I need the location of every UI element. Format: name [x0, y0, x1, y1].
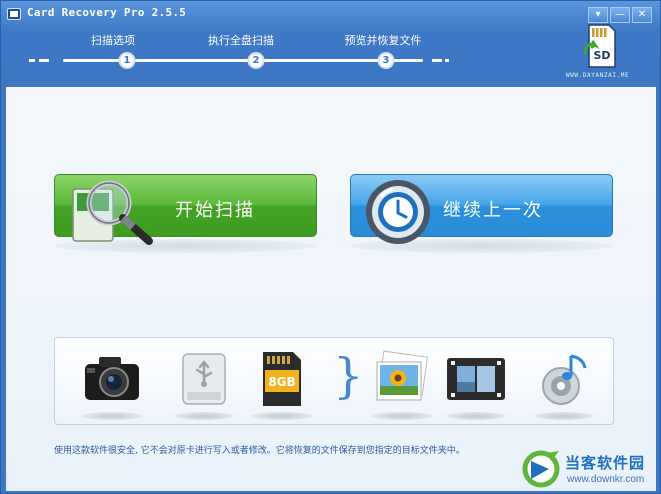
scan-magnifier-icon: [72, 180, 153, 245]
camera-icon: [85, 357, 139, 400]
menu-button[interactable]: ▾: [588, 7, 608, 23]
brace-separator: }: [333, 348, 364, 404]
step-1-marker: 1: [118, 52, 136, 69]
step-dash: [432, 59, 442, 62]
icon-shadow: [174, 412, 234, 420]
start-scan-label: 开始扫描: [175, 200, 255, 221]
step-dash: [445, 59, 449, 62]
supported-media-strip: 8GB }: [54, 337, 614, 425]
watermark-name: 当客软件园: [565, 454, 646, 472]
step-dash: [39, 59, 49, 62]
minimize-button[interactable]: —: [610, 7, 630, 23]
icon-shadow: [252, 412, 312, 420]
usb-drive-icon: [182, 353, 226, 405]
step-3-marker: 3: [377, 52, 395, 69]
restore-clock-icon: [366, 180, 430, 244]
sd-card-icon: 8GB: [263, 352, 301, 406]
icon-shadow: [446, 412, 506, 420]
video-icon: [447, 358, 505, 400]
brand-site: WWW.DAYANZAI.ME: [566, 72, 630, 79]
step-progress-line: [63, 59, 423, 62]
audio-icon: [542, 354, 587, 405]
sd-card-capacity: 8GB: [268, 375, 295, 389]
wizard-steps: 扫描选项 1 执行全盘扫描 2 预览并恢复文件 3: [29, 29, 449, 69]
icon-shadow: [534, 412, 594, 420]
step-2-marker: 2: [247, 52, 265, 69]
step-3-label: 预览并恢复文件: [344, 34, 422, 47]
photo-icon: [376, 350, 428, 401]
sd-badge: SD: [593, 49, 610, 62]
step-2-label: 执行全盘扫描: [208, 34, 274, 47]
safety-note: 使用这款软件很安全, 它不会对原卡进行写入或者修改。它将恢复的文件保存到您指定的…: [54, 446, 465, 456]
title-bar[interactable]: Card Recovery Pro 2.5.5 ▾ — ✕: [1, 1, 660, 27]
watermark-url: www.downkr.com: [567, 474, 645, 485]
icon-shadow: [82, 412, 142, 420]
app-window: Card Recovery Pro 2.5.5 ▾ — ✕ 扫描选项 1 执行全…: [0, 0, 661, 494]
resume-label: 继续上一次: [443, 200, 543, 221]
step-dash: [29, 59, 35, 62]
window-controls: ▾ — ✕: [588, 7, 652, 23]
step-1-label: 扫描选项: [91, 34, 135, 47]
icon-shadow: [372, 412, 432, 420]
main-panel: 开始扫描 继续上一次 8GB} 使用这款软件很安全, 它不会对原卡进行写入或者…: [6, 87, 656, 491]
window-title: Card Recovery Pro 2.5.5: [27, 6, 187, 19]
site-watermark-logo-icon: [522, 450, 560, 488]
sd-card-logo-icon: SD: [583, 24, 616, 68]
app-icon: [7, 8, 21, 20]
close-button[interactable]: ✕: [632, 7, 652, 23]
